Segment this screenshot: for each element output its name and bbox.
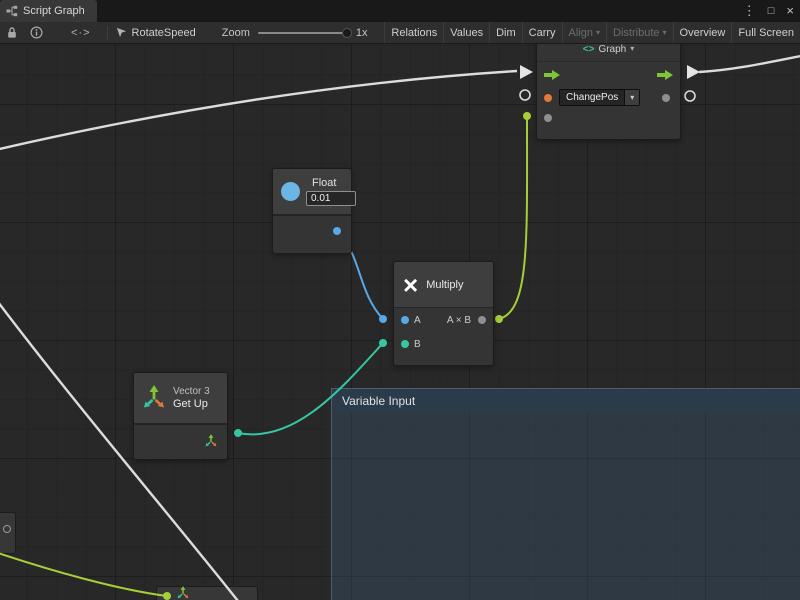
window-controls: ⋮ □ × [743, 0, 794, 22]
float-literal-node[interactable]: Float 0.01 [272, 168, 352, 254]
distribute-button[interactable]: Distribute▾ [606, 22, 672, 43]
float-value-input[interactable]: 0.01 [306, 191, 356, 206]
multiply-icon: × [403, 272, 418, 298]
node-header: Float 0.01 [273, 169, 351, 216]
node-title: Get Up [173, 398, 210, 410]
flow-input-port[interactable] [543, 68, 561, 86]
value-input-port[interactable] [544, 114, 552, 122]
node-header: Vector 3 Get Up [134, 373, 227, 425]
align-button[interactable]: Align▾ [562, 22, 606, 43]
output-port[interactable] [662, 94, 670, 102]
port-row-b: B [394, 332, 493, 356]
chevron-down-icon[interactable]: ▾ [630, 45, 634, 53]
info-icon[interactable] [30, 26, 43, 39]
group-title: Variable Input [342, 394, 415, 408]
flow-port-row [537, 61, 680, 86]
float-output-port[interactable] [333, 227, 341, 235]
multiply-node[interactable]: × Multiply A A × B B [393, 261, 494, 366]
zoom-label: Zoom [222, 27, 250, 39]
zoom-value: 1x [356, 27, 368, 39]
variable-name-dropdown[interactable]: ChangePos ▾ [559, 89, 640, 106]
chevron-down-icon[interactable]: ▾ [624, 90, 639, 105]
zoom-slider-track[interactable] [258, 32, 350, 34]
port-label-result: A × B [447, 315, 471, 326]
partial-node-left[interactable] [0, 512, 16, 554]
group-body [332, 413, 800, 600]
name-input-port[interactable] [544, 94, 552, 102]
graph-asset-icon [116, 27, 127, 38]
set-variable-node[interactable]: <> Graph ▾ ChangePos ▾ [536, 36, 681, 140]
chevron-down-icon: ▾ [663, 29, 667, 37]
port-label-a: A [414, 315, 421, 326]
zoom-slider[interactable] [258, 27, 350, 39]
carry-button[interactable]: Carry [522, 22, 562, 43]
tab-title: Script Graph [23, 5, 85, 17]
graph-toolbar: <·> RotateSpeed Zoom 1x Relations Values… [0, 22, 800, 44]
overview-button[interactable]: Overview [673, 22, 732, 43]
port-label-b: B [414, 339, 421, 350]
full-screen-button[interactable]: Full Screen [731, 22, 800, 43]
node-finder-icon[interactable]: <·> [71, 27, 91, 39]
node-title: Multiply [426, 279, 463, 291]
toolbar-separator [107, 26, 108, 40]
chevron-down-icon: ▾ [596, 29, 600, 37]
port-section [273, 216, 351, 253]
port[interactable] [3, 525, 11, 533]
maximize-icon[interactable]: □ [768, 0, 775, 22]
node-type-label: Vector 3 [173, 386, 210, 397]
input-port-a[interactable] [401, 316, 409, 324]
group-variable-input[interactable]: Variable Input [331, 388, 800, 600]
tab-script-graph[interactable]: Script Graph [0, 0, 97, 22]
script-graph-icon [6, 5, 18, 17]
tab-bar: Script Graph ⋮ □ × [0, 0, 800, 22]
relations-button[interactable]: Relations [384, 22, 443, 43]
output-port-result[interactable] [478, 316, 486, 324]
port-section [134, 425, 227, 459]
variable-kind-label: Graph [598, 44, 626, 55]
vector3-icon [176, 585, 190, 600]
graph-name-label[interactable]: RotateSpeed [132, 27, 196, 39]
vector3-output-port[interactable] [204, 433, 218, 452]
graph-variable-icon: <> [583, 44, 595, 55]
variable-name-row: ChangePos ▾ [537, 86, 680, 110]
variable-name-value: ChangePos [560, 90, 624, 105]
script-graph-window: Script Graph ⋮ □ × <·> [0, 0, 800, 600]
zoom-slider-thumb[interactable] [342, 28, 352, 38]
float-type-icon [281, 182, 300, 201]
vector3-icon [141, 383, 167, 414]
group-header[interactable]: Variable Input [332, 389, 800, 413]
value-port-row [537, 110, 680, 132]
node-title: Float [306, 177, 356, 189]
port-row-a: A A × B [394, 308, 493, 332]
close-icon[interactable]: × [786, 0, 794, 22]
window-menu-icon[interactable]: ⋮ [743, 0, 756, 22]
node-header: × Multiply [394, 262, 493, 308]
values-button[interactable]: Values [443, 22, 489, 43]
get-up-node[interactable]: Vector 3 Get Up [133, 372, 228, 460]
dim-button[interactable]: Dim [489, 22, 522, 43]
flow-output-port[interactable] [656, 68, 674, 86]
partial-node-bottom[interactable] [156, 586, 258, 600]
input-port-b[interactable] [401, 340, 409, 348]
lock-icon[interactable] [6, 26, 18, 39]
toolbar-buttons: Relations Values Dim Carry Align▾ Distri… [384, 22, 800, 43]
